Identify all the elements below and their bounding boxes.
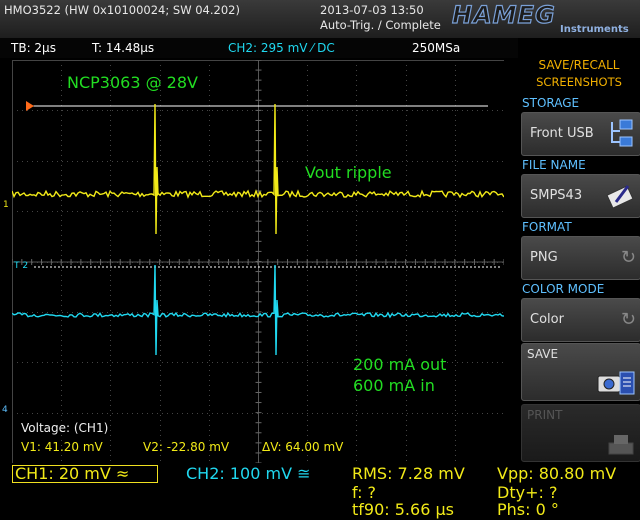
storage-button[interactable]: Front USB (521, 112, 640, 156)
cursor-v2: V2: -22.80 mV (143, 440, 230, 454)
keyboard-pen-icon (606, 185, 634, 209)
ch4-marker: 4 (2, 405, 8, 415)
ch2-marker[interactable]: T 2 (14, 261, 28, 271)
menu-title: SAVE/RECALL (538, 58, 620, 72)
date-trigger-status: 2013-07-03 13:50 Auto-Trig. / Complete (320, 3, 441, 33)
info-bar: TB: 2µs T: 14.48µs CH2: 295 mV ⁄ DC 250M… (0, 38, 518, 58)
ch1-setting[interactable]: CH1: 20 mV ≈ (15, 466, 129, 482)
cursor-measure-title: Voltage: (CH1) (21, 421, 109, 435)
format-label: FORMAT (522, 220, 572, 234)
printer-icon (608, 435, 634, 455)
colormode-label: COLOR MODE (522, 282, 605, 296)
filename-value: SMPS43 (530, 188, 583, 203)
cursor-delta-v: ΔV: 64.00 mV (262, 440, 344, 454)
annotation-load-in: 600 mA in (353, 376, 435, 395)
trigger-source[interactable]: CH2: 295 mV ⁄ DC (228, 38, 335, 58)
format-button[interactable]: PNG ↻ (521, 236, 640, 280)
softkey-menu: SAVE/RECALL SCREENSHOTS STORAGE Front US… (518, 58, 640, 463)
menu-subtitle: SCREENSHOTS (536, 75, 622, 89)
measure-phase: Phs: 0 ° (497, 500, 559, 519)
trigger-status: Auto-Trig. / Complete (320, 18, 441, 32)
sample-rate: 250MSa (412, 41, 461, 55)
brand-logo: HAMEG (451, 1, 556, 29)
annotation-load-out: 200 mA out (353, 355, 447, 374)
storage-value: Front USB (530, 126, 594, 141)
trigger-level-marker[interactable] (26, 101, 34, 111)
date-time: 2013-07-03 13:50 (320, 3, 424, 17)
print-button[interactable]: PRINT (521, 404, 640, 462)
rotary-arrow-icon: ↻ (620, 309, 636, 330)
storage-label: STORAGE (522, 96, 580, 110)
model-info: HMO3522 (HW 0x10100024; SW 04.202) (4, 3, 240, 17)
filename-label: FILE NAME (522, 158, 586, 172)
trigger-time[interactable]: T: 14.48µs (92, 38, 154, 58)
print-label: PRINT (527, 408, 563, 422)
measure-rms: RMS: 7.28 mV (352, 464, 465, 483)
save-label: SAVE (527, 347, 559, 361)
format-value: PNG (530, 250, 558, 265)
annotation-ripple: Vout ripple (305, 163, 392, 182)
ch2-setting[interactable]: CH2: 100 mV ≅ (186, 466, 311, 482)
cursor-v1: V1: 41.20 mV (21, 440, 103, 454)
save-button[interactable]: SAVE (521, 343, 640, 401)
measure-duty: Dty+: ? (497, 483, 558, 502)
brand-subtitle: Instruments (560, 24, 629, 35)
camera-save-icon (597, 371, 635, 395)
colormode-button[interactable]: Color ↻ (521, 298, 640, 342)
annotation-title: NCP3063 @ 28V (67, 73, 198, 92)
measure-tf90: tf90: 5.66 µs (352, 500, 454, 519)
ch1-marker[interactable]: 1 (3, 200, 9, 210)
filename-button[interactable]: SMPS43 (521, 174, 640, 218)
measure-frequency: f: ? (352, 483, 377, 502)
measure-vpp: Vpp: 80.80 mV (497, 464, 617, 483)
rotary-arrow-icon: ↻ (620, 247, 636, 268)
waveform-display (12, 60, 504, 463)
usb-folder-icon (611, 119, 633, 147)
graticule (12, 60, 504, 463)
colormode-value: Color (530, 312, 564, 327)
timebase[interactable]: TB: 2µs (11, 38, 56, 58)
